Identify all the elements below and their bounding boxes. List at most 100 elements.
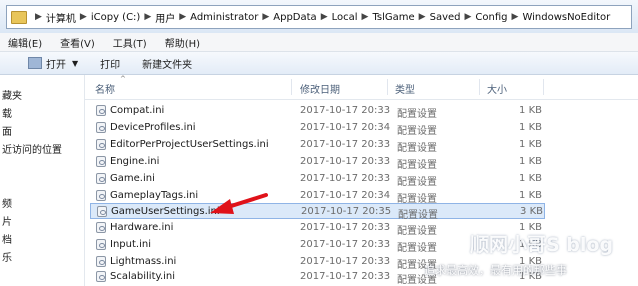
nav-item-recent-places[interactable]: 近访问的位置	[2, 141, 62, 156]
menu-edit[interactable]: 编辑(E)	[8, 35, 42, 50]
file-row[interactable]: GameplayTags.ini 2017-10-17 20:34 配置设置 1…	[90, 188, 545, 205]
crumb-local[interactable]: Local	[332, 12, 358, 23]
nav-item-pictures[interactable]: 片	[2, 213, 12, 228]
crumb-tslgame[interactable]: TslGame	[372, 12, 414, 23]
file-row[interactable]: EditorPerProjectUserSettings.ini 2017-10…	[90, 137, 545, 154]
column-divider[interactable]	[479, 79, 480, 95]
chevron-right-icon: ▶	[361, 12, 369, 22]
nav-item-desktop[interactable]: 面	[2, 123, 12, 138]
file-size: 1 KB	[519, 139, 542, 150]
file-date: 2017-10-17 20:33	[300, 139, 391, 150]
file-row-selected[interactable]: GameUserSettings.ini 2017-10-17 20:35 配置…	[90, 203, 545, 221]
crumb-appdata[interactable]: AppData	[273, 12, 316, 23]
file-date: 2017-10-17 20:33	[300, 239, 391, 250]
crumb-administrator[interactable]: Administrator	[190, 12, 258, 23]
new-folder-label: 新建文件夹	[142, 59, 193, 71]
nav-item-documents[interactable]: 档	[2, 231, 12, 246]
ini-file-icon	[96, 105, 106, 116]
file-date: 2017-10-17 20:33	[300, 173, 391, 184]
chevron-right-icon: ▶	[511, 12, 519, 22]
watermark-logo-icon	[438, 232, 460, 254]
menu-view[interactable]: 查看(V)	[60, 35, 95, 50]
chevron-right-icon: ▶	[144, 12, 152, 22]
file-date: 2017-10-17 20:34	[300, 190, 391, 201]
file-name: EditorPerProjectUserSettings.ini	[110, 139, 269, 150]
file-date: 2017-10-17 20:35	[301, 206, 392, 217]
open-label: 打开	[46, 59, 66, 71]
file-type: 配置设置	[397, 243, 437, 254]
file-row[interactable]: Compat.ini 2017-10-17 20:33 配置设置 1 KB	[90, 103, 545, 120]
column-name[interactable]: 名称	[95, 81, 115, 96]
file-type: 配置设置	[397, 177, 437, 188]
chevron-right-icon: ▶	[262, 12, 270, 22]
print-button[interactable]: 打印	[94, 54, 126, 72]
crumb-drive[interactable]: iCopy (C:)	[91, 12, 140, 23]
file-name: DeviceProfiles.ini	[110, 122, 196, 133]
chevron-down-icon: ▼	[72, 58, 79, 68]
crumb-saved[interactable]: Saved	[430, 12, 461, 23]
nav-item-videos[interactable]: 频	[2, 195, 12, 210]
nav-item-favorites[interactable]: 藏夹	[2, 87, 22, 102]
nav-item-music[interactable]: 乐	[2, 249, 12, 264]
ini-file-icon	[96, 222, 106, 233]
chevron-right-icon: ▶	[320, 12, 328, 22]
sort-caret-icon: ^	[120, 75, 126, 83]
arrow-head	[210, 199, 234, 214]
crumb-computer[interactable]: 计算机	[46, 10, 76, 25]
ini-file-icon	[96, 239, 106, 250]
column-divider[interactable]	[291, 79, 292, 95]
file-type: 配置设置	[397, 143, 437, 154]
column-divider[interactable]	[543, 79, 544, 95]
nav-item-downloads[interactable]: 载	[2, 105, 12, 120]
file-row[interactable]: DeviceProfiles.ini 2017-10-17 20:34 配置设置…	[90, 120, 545, 137]
file-type: 配置设置	[397, 160, 437, 171]
ini-file-icon	[96, 139, 106, 150]
watermark-subtitle: 追求最高效，最有用的那些事	[424, 264, 567, 277]
ini-file-icon	[96, 122, 106, 133]
file-name: Game.ini	[110, 173, 155, 184]
file-row[interactable]: Game.ini 2017-10-17 20:33 配置设置 1 KB	[90, 171, 545, 188]
file-type: 配置设置	[397, 226, 437, 237]
ini-file-icon	[96, 156, 106, 167]
file-name: Lightmass.ini	[110, 256, 177, 267]
crumb-users[interactable]: 用户	[155, 10, 175, 25]
address-bar: ▶ 计算机 ▶ iCopy (C:) ▶ 用户 ▶ Administrator …	[0, 0, 638, 34]
file-size: 1 KB	[519, 156, 542, 167]
file-name: Compat.ini	[110, 105, 165, 116]
file-date: 2017-10-17 20:33	[300, 271, 391, 282]
chevron-right-icon: ▶	[35, 12, 42, 22]
column-size[interactable]: 大小	[487, 81, 507, 96]
file-date: 2017-10-17 20:33	[300, 222, 391, 233]
column-divider[interactable]	[387, 79, 388, 95]
red-arrow-annotation	[210, 193, 268, 214]
menu-help[interactable]: 帮助(H)	[165, 35, 200, 50]
ini-file-icon	[96, 190, 106, 201]
open-icon	[28, 57, 42, 69]
open-button[interactable]: 打开 ▼	[22, 54, 84, 72]
file-size: 3 KB	[520, 206, 543, 217]
file-size: 1 KB	[519, 122, 542, 133]
file-date: 2017-10-17 20:33	[300, 105, 391, 116]
crumb-config[interactable]: Config	[475, 12, 507, 23]
ini-file-icon	[97, 206, 107, 217]
ini-file-icon	[96, 271, 106, 282]
ini-file-icon	[96, 173, 106, 184]
file-row[interactable]: Engine.ini 2017-10-17 20:33 配置设置 1 KB	[90, 154, 545, 171]
print-label: 打印	[100, 59, 121, 71]
address-breadcrumb[interactable]: ▶ 计算机 ▶ iCopy (C:) ▶ 用户 ▶ Administrator …	[6, 5, 632, 29]
toolbar: 打开 ▼ 打印 新建文件夹	[0, 52, 638, 75]
column-header: ^ 名称 修改日期 类型 大小	[85, 75, 638, 100]
navigation-pane: 藏夹 载 面 近访问的位置 频 片 档 乐	[0, 75, 85, 286]
crumb-windowsnoeditor[interactable]: WindowsNoEditor	[522, 12, 610, 23]
file-name: GameUserSettings.ini	[111, 206, 220, 217]
chevron-right-icon: ▶	[79, 12, 87, 22]
menu-tools[interactable]: 工具(T)	[113, 35, 147, 50]
file-size: 1 KB	[519, 105, 542, 116]
column-date[interactable]: 修改日期	[300, 81, 340, 96]
file-type: 配置设置	[397, 109, 437, 120]
new-folder-button[interactable]: 新建文件夹	[136, 54, 198, 72]
file-type: 配置设置	[398, 210, 438, 221]
file-size: 1 KB	[519, 173, 542, 184]
column-type[interactable]: 类型	[395, 81, 415, 96]
file-name: GameplayTags.ini	[110, 190, 199, 201]
